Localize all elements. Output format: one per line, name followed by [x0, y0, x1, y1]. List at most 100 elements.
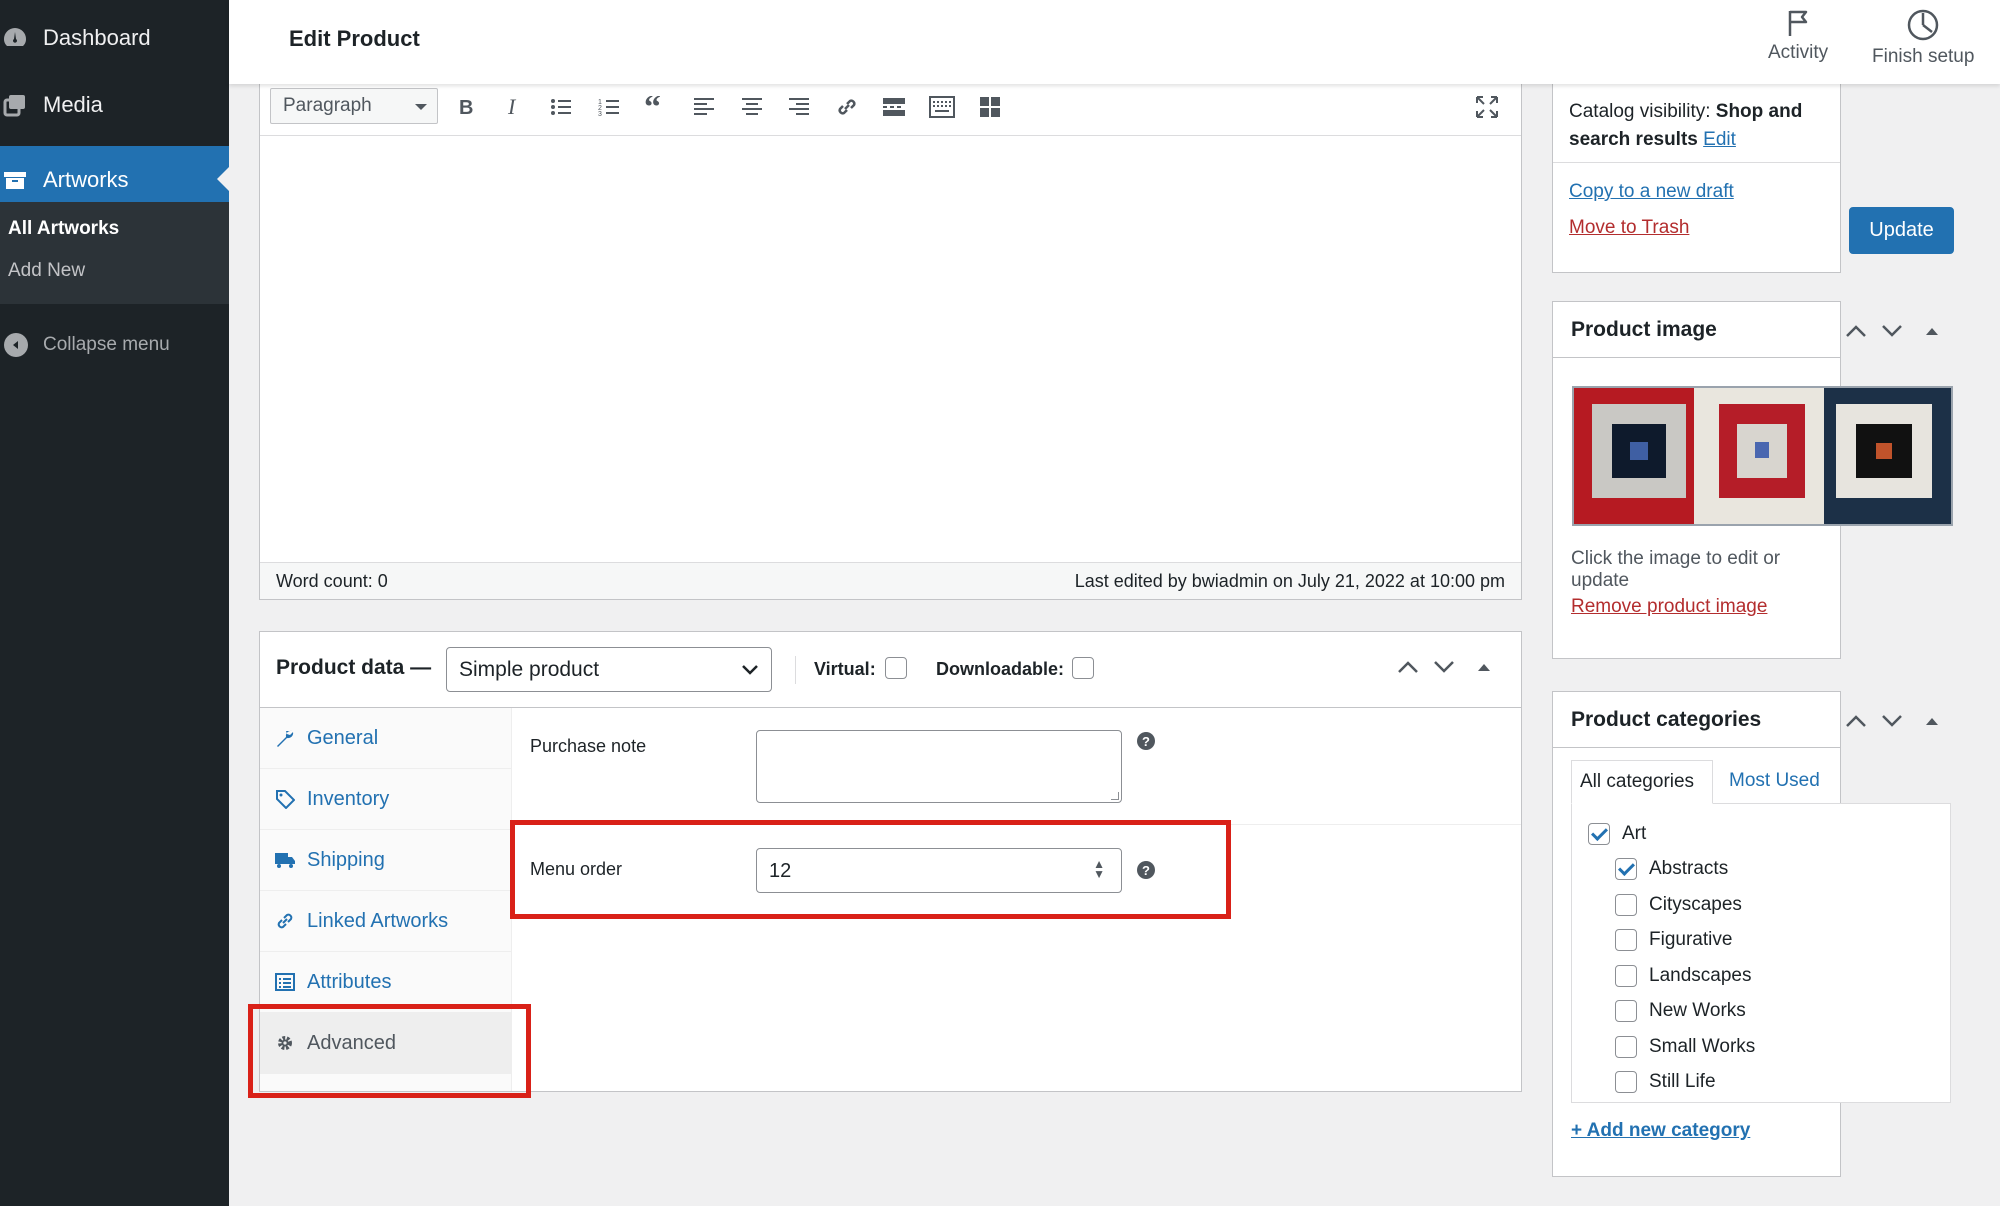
catalog-visibility-label: Catalog visibility:: [1569, 101, 1711, 122]
flag-icon: [1788, 10, 1808, 36]
move-down-icon[interactable]: [1433, 660, 1455, 674]
svg-text:B: B: [459, 97, 473, 118]
sidebar-item-label: Artworks: [43, 166, 129, 192]
page-title: Edit Product: [289, 26, 420, 51]
sidebar-item-label: Media: [43, 91, 103, 117]
highlight-advanced-tab: [248, 1004, 531, 1098]
move-to-trash-link[interactable]: Move to Trash: [1569, 217, 1689, 239]
submenu-add-new[interactable]: Add New: [8, 260, 85, 282]
publish-divider: [1553, 162, 1840, 163]
product-type-select[interactable]: Simple product: [446, 647, 772, 692]
format-select[interactable]: Paragraph: [270, 88, 438, 124]
product-image-header: Product image: [1553, 302, 1938, 358]
tab-inventory[interactable]: Inventory: [260, 769, 512, 830]
tab-shipping[interactable]: Shipping: [260, 830, 512, 891]
fullscreen-icon[interactable]: [1472, 92, 1502, 122]
move-up-icon[interactable]: [1397, 660, 1419, 674]
copy-to-draft-link[interactable]: Copy to a new draft: [1569, 181, 1734, 203]
read-more-icon[interactable]: [879, 92, 909, 122]
resize-grip-icon[interactable]: [1111, 792, 1119, 800]
editor-content-area[interactable]: [260, 136, 1521, 562]
catalog-visibility-edit-link[interactable]: Edit: [1703, 129, 1736, 150]
align-center-icon[interactable]: [737, 92, 767, 122]
dashboard-icon: [0, 23, 30, 53]
activity-label: Activity: [1768, 42, 1829, 63]
product-type-value: Simple product: [459, 658, 600, 681]
category-checkbox[interactable]: [1615, 1071, 1637, 1093]
category-checkbox[interactable]: [1615, 858, 1637, 880]
tab-most-used[interactable]: Most Used: [1721, 760, 1828, 804]
add-new-category-link[interactable]: + Add new category: [1571, 1120, 1750, 1142]
move-down-icon[interactable]: [1881, 324, 1903, 338]
link-icon: [274, 910, 296, 932]
sidebar-item-dashboard[interactable]: Dashboard: [0, 4, 229, 71]
link-icon[interactable]: [832, 92, 862, 122]
align-right-icon[interactable]: [784, 92, 814, 122]
toolbar-toggle-icon[interactable]: [927, 92, 957, 122]
category-item-new-works[interactable]: New Works: [1615, 998, 1746, 1024]
activity-button[interactable]: Activity: [1768, 8, 1828, 64]
italic-icon[interactable]: I: [498, 92, 528, 122]
toggle-panel-icon[interactable]: [1923, 715, 1941, 727]
move-up-icon[interactable]: [1845, 324, 1867, 338]
category-item-small-works[interactable]: Small Works: [1615, 1034, 1755, 1060]
virtual-checkbox[interactable]: [885, 657, 907, 679]
finish-setup-label: Finish setup: [1872, 46, 1975, 67]
category-checkbox[interactable]: [1588, 823, 1610, 845]
categories-header: Product categories: [1553, 692, 1938, 748]
category-item-figurative[interactable]: Figurative: [1615, 927, 1732, 953]
product-image-title: Product image: [1571, 318, 1717, 341]
category-checkbox[interactable]: [1615, 894, 1637, 916]
list-icon: [274, 971, 296, 993]
category-item-landscapes[interactable]: Landscapes: [1615, 963, 1751, 989]
postbox-controls: [1845, 324, 1941, 338]
update-button[interactable]: Update: [1849, 207, 1954, 254]
blockquote-icon[interactable]: “: [641, 92, 671, 122]
category-item-cityscapes[interactable]: Cityscapes: [1615, 892, 1742, 918]
category-checkbox[interactable]: [1615, 929, 1637, 951]
category-label: Landscapes: [1649, 965, 1752, 986]
category-label: New Works: [1649, 1000, 1746, 1021]
category-item-still-life[interactable]: Still Life: [1615, 1069, 1716, 1095]
product-image-thumbnail[interactable]: [1572, 386, 1953, 526]
svg-text:3: 3: [598, 111, 602, 118]
purchase-note-label: Purchase note: [530, 736, 647, 756]
remove-image-link[interactable]: Remove product image: [1571, 596, 1767, 618]
bold-icon[interactable]: B: [451, 92, 481, 122]
editor-status-bar: Word count: 0 Last edited by bwiadmin on…: [260, 562, 1521, 599]
numbered-list-icon[interactable]: 123: [594, 92, 624, 122]
truck-icon: [274, 849, 296, 871]
content-editor: Paragraph B I 123 “ Word count: 0 Last e…: [259, 84, 1522, 600]
align-left-icon[interactable]: [689, 92, 719, 122]
tab-general[interactable]: General: [260, 708, 512, 769]
tab-all-categories[interactable]: All categories: [1571, 760, 1713, 804]
toggle-panel-icon[interactable]: [1475, 661, 1493, 673]
sidebar-item-media[interactable]: Media: [0, 71, 229, 138]
category-checkbox[interactable]: [1615, 1000, 1637, 1022]
virtual-label: Virtual:: [814, 659, 876, 679]
purchase-note-field[interactable]: [756, 730, 1122, 803]
downloadable-label: Downloadable:: [936, 659, 1065, 679]
svg-text:I: I: [507, 96, 517, 118]
bullet-list-icon[interactable]: [546, 92, 576, 122]
tab-label: Inventory: [307, 787, 390, 810]
category-checkbox[interactable]: [1615, 965, 1637, 987]
tab-label: Linked Artworks: [307, 909, 449, 932]
category-item-abstracts[interactable]: Abstracts: [1615, 856, 1728, 882]
postbox-controls: [1845, 714, 1941, 728]
move-up-icon[interactable]: [1845, 714, 1867, 728]
finish-setup-button[interactable]: Finish setup: [1872, 8, 1974, 68]
blocks-icon[interactable]: [975, 92, 1005, 122]
toggle-panel-icon[interactable]: [1923, 325, 1941, 337]
submenu-all-artworks[interactable]: All Artworks: [8, 218, 119, 240]
category-checkbox[interactable]: [1615, 1036, 1637, 1058]
wrench-icon: [274, 727, 296, 749]
highlight-menu-order: [510, 820, 1231, 919]
move-down-icon[interactable]: [1881, 714, 1903, 728]
category-label: Figurative: [1649, 929, 1733, 950]
collapse-menu-button[interactable]: Collapse menu: [0, 328, 170, 362]
category-item-art[interactable]: Art: [1588, 821, 1646, 847]
downloadable-checkbox[interactable]: [1072, 657, 1094, 679]
tab-linked-artworks[interactable]: Linked Artworks: [260, 891, 512, 952]
help-icon[interactable]: ?: [1137, 732, 1155, 750]
